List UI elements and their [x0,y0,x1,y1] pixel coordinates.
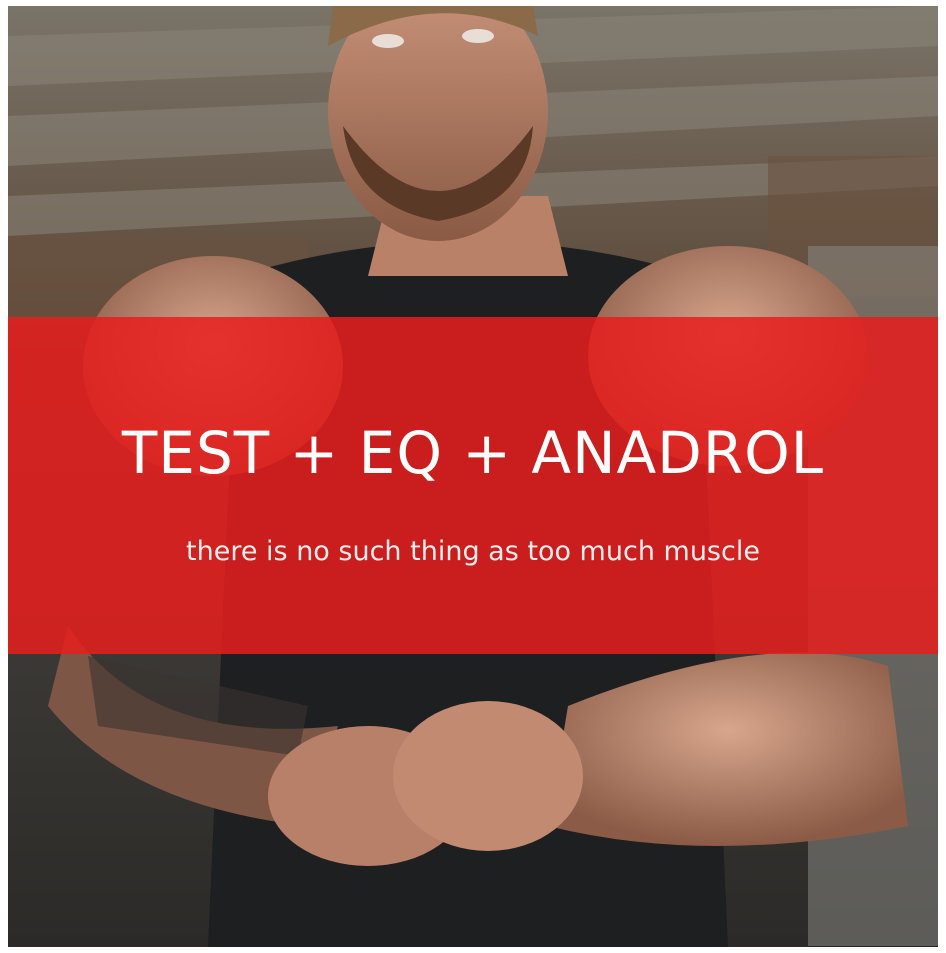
banner-headline: TEST + EQ + ANADROL [121,419,825,487]
banner-tagline: there is no such thing as too much muscl… [186,536,760,567]
image-frame: TEST + EQ + ANADROL there is no such thi… [8,6,938,947]
